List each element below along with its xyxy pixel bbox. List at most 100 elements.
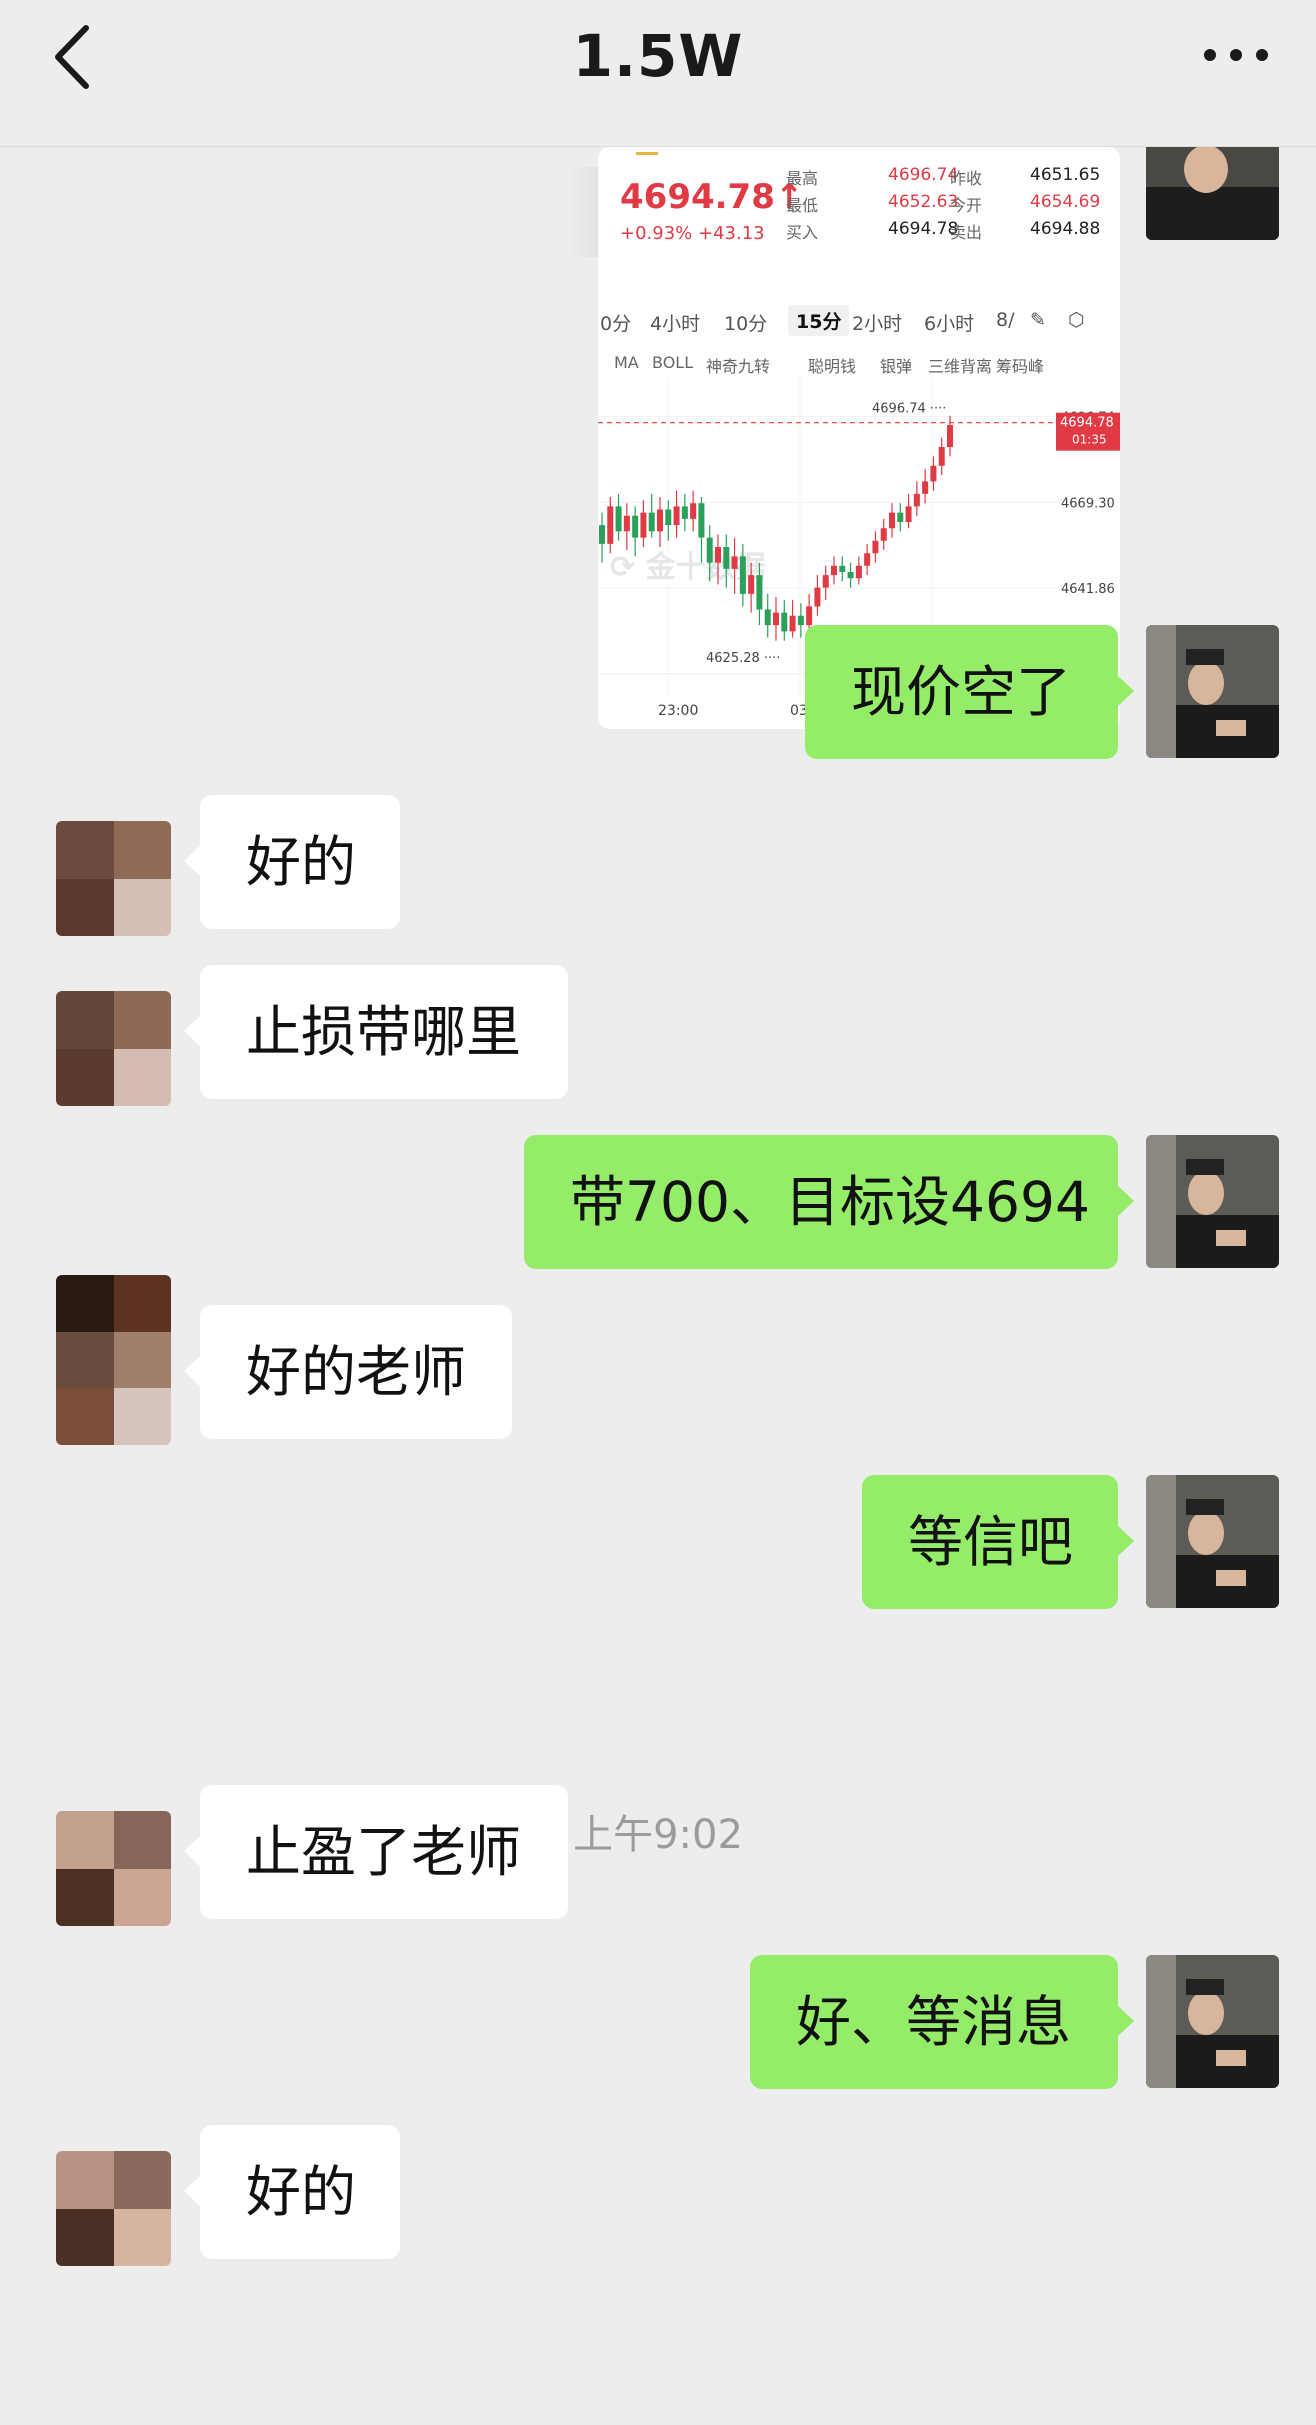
candle-body <box>822 575 829 588</box>
my-avatar[interactable] <box>1146 1475 1279 1608</box>
settings-hex-icon[interactable]: ⬡ <box>1068 309 1085 331</box>
chat-header: 1.5W <box>0 0 1316 147</box>
indicator-item[interactable]: MA <box>614 353 639 372</box>
my-avatar[interactable] <box>1146 1135 1279 1268</box>
candle-body <box>864 553 871 566</box>
person-photo-icon <box>1146 1955 1279 2088</box>
message-bubble[interactable]: 好、等消息 <box>750 1955 1134 2089</box>
timeframe-tab[interactable]: 8/ <box>996 309 1015 331</box>
avatar-pixel <box>56 1048 114 1106</box>
candle-body <box>847 572 854 579</box>
candle-body <box>872 540 879 554</box>
candle-body <box>739 556 746 594</box>
candle-body <box>880 528 887 541</box>
current-price-value: 4694.78 <box>1060 416 1114 431</box>
indicator-item[interactable]: BOLL <box>652 353 693 372</box>
contact-avatar[interactable] <box>56 821 171 936</box>
candle-body <box>814 587 821 607</box>
stat-value: 4694.78 <box>888 219 959 239</box>
candle-body <box>657 509 663 532</box>
avatar-pixel <box>113 1388 171 1445</box>
avatar-pixel <box>113 2151 171 2209</box>
accent-bar <box>636 152 658 155</box>
candle-body <box>889 512 895 529</box>
message-bubble[interactable]: 好的老师 <box>184 1305 512 1439</box>
message-bubble[interactable]: 好的 <box>184 795 400 929</box>
avatar-pixel <box>113 991 171 1049</box>
message-bubble[interactable]: 好的 <box>184 2125 400 2259</box>
candle-body <box>947 425 953 447</box>
indicator-item[interactable]: 银弹 <box>880 353 912 377</box>
candle-body <box>897 512 904 522</box>
avatar-pixel <box>113 1048 171 1106</box>
timeframe-tab[interactable]: 6小时 <box>924 309 974 336</box>
avatar-pixel <box>56 1868 114 1926</box>
contact-avatar[interactable] <box>56 1275 171 1445</box>
candle-body <box>773 612 779 626</box>
candle-body <box>839 565 846 572</box>
timeframe-tab[interactable]: 10分 <box>724 309 767 336</box>
avatar-pixel <box>56 821 114 879</box>
candle-body <box>731 556 738 569</box>
more-button[interactable] <box>1196 30 1276 80</box>
candle-body <box>938 447 945 466</box>
stat-label: 买入 <box>786 223 819 242</box>
stat-value: 4652.63 <box>888 192 959 212</box>
chat-area[interactable]: 4694.78↑ +0.93% +43.13 最高 4696.74 最低 4652.6… <box>0 107 1316 2425</box>
message-bubble[interactable]: 止损带哪里 <box>184 965 568 1099</box>
stat-label: 昨收 <box>950 169 983 188</box>
image-shadow <box>570 167 600 257</box>
candle-body <box>789 615 796 632</box>
candle-body <box>930 465 937 482</box>
message-bubble[interactable]: 带700、目标设4694 <box>524 1135 1134 1269</box>
my-avatar[interactable] <box>1146 1955 1279 2088</box>
avatar-pixel <box>56 1388 114 1445</box>
my-avatar[interactable] <box>1146 625 1279 758</box>
avatar-pixel <box>56 991 114 1049</box>
price-tick-label: 4669.30 <box>1061 496 1115 511</box>
stock-change: +0.93% +43.13 <box>620 223 765 244</box>
candle-body <box>665 509 672 526</box>
person-photo-icon <box>1146 1475 1279 1608</box>
candle-body <box>764 609 771 626</box>
indicator-item[interactable]: 聪明钱 <box>808 353 856 377</box>
candle-body <box>615 506 622 532</box>
message-bubble[interactable]: 等信吧 <box>862 1475 1134 1609</box>
stock-price: 4694.78↑ <box>620 177 804 217</box>
candle-body <box>748 575 755 594</box>
high-label: 4696.74 ···· <box>872 402 946 417</box>
candle-body <box>922 481 929 494</box>
chat-title: 1.5W <box>572 22 744 90</box>
avatar-pixel <box>56 1331 114 1389</box>
candle-body <box>831 565 837 576</box>
candle-body <box>673 506 680 526</box>
indicator-item[interactable]: 筹码峰 <box>996 353 1044 377</box>
stat-label: 最低 <box>786 196 819 215</box>
avatar-pixel <box>56 878 114 936</box>
avatar-pixel <box>56 1275 114 1332</box>
candle-body <box>632 515 639 538</box>
stat-label: 卖出 <box>950 223 983 242</box>
avatar-pixel <box>56 2151 114 2209</box>
low-label: 4625.28 ···· <box>706 651 780 666</box>
contact-avatar[interactable] <box>56 991 171 1106</box>
timeframe-tab[interactable]: 15分 <box>788 305 850 336</box>
time-divider: 上午9:02 <box>573 1812 743 1858</box>
person-photo-icon <box>1146 1135 1279 1268</box>
timeframe-tab[interactable]: 4小时 <box>650 309 700 336</box>
candle-body <box>599 525 605 544</box>
candle-body <box>855 565 862 579</box>
candle-body <box>640 512 647 538</box>
stat-value: 4694.88 <box>1030 219 1101 239</box>
draw-tool-icon[interactable]: ✎ <box>1030 309 1046 331</box>
indicator-item[interactable]: 三维背离 <box>928 353 992 377</box>
contact-avatar[interactable] <box>56 2151 171 2266</box>
avatar-pixel <box>113 2208 171 2266</box>
message-bubble[interactable]: 现价空了 <box>805 625 1134 759</box>
timeframe-tab[interactable]: 2小时 <box>852 309 902 336</box>
avatar-pixel <box>113 1331 171 1389</box>
timeframe-tabs: 0分 4小时 10分 15分 2小时 6小时 8/ ✎ ⬡ <box>598 297 1120 347</box>
stat-value: 4651.65 <box>1030 165 1101 185</box>
indicator-item[interactable]: 神奇九转 <box>706 353 770 377</box>
timeframe-tab[interactable]: 0分 <box>600 309 631 336</box>
